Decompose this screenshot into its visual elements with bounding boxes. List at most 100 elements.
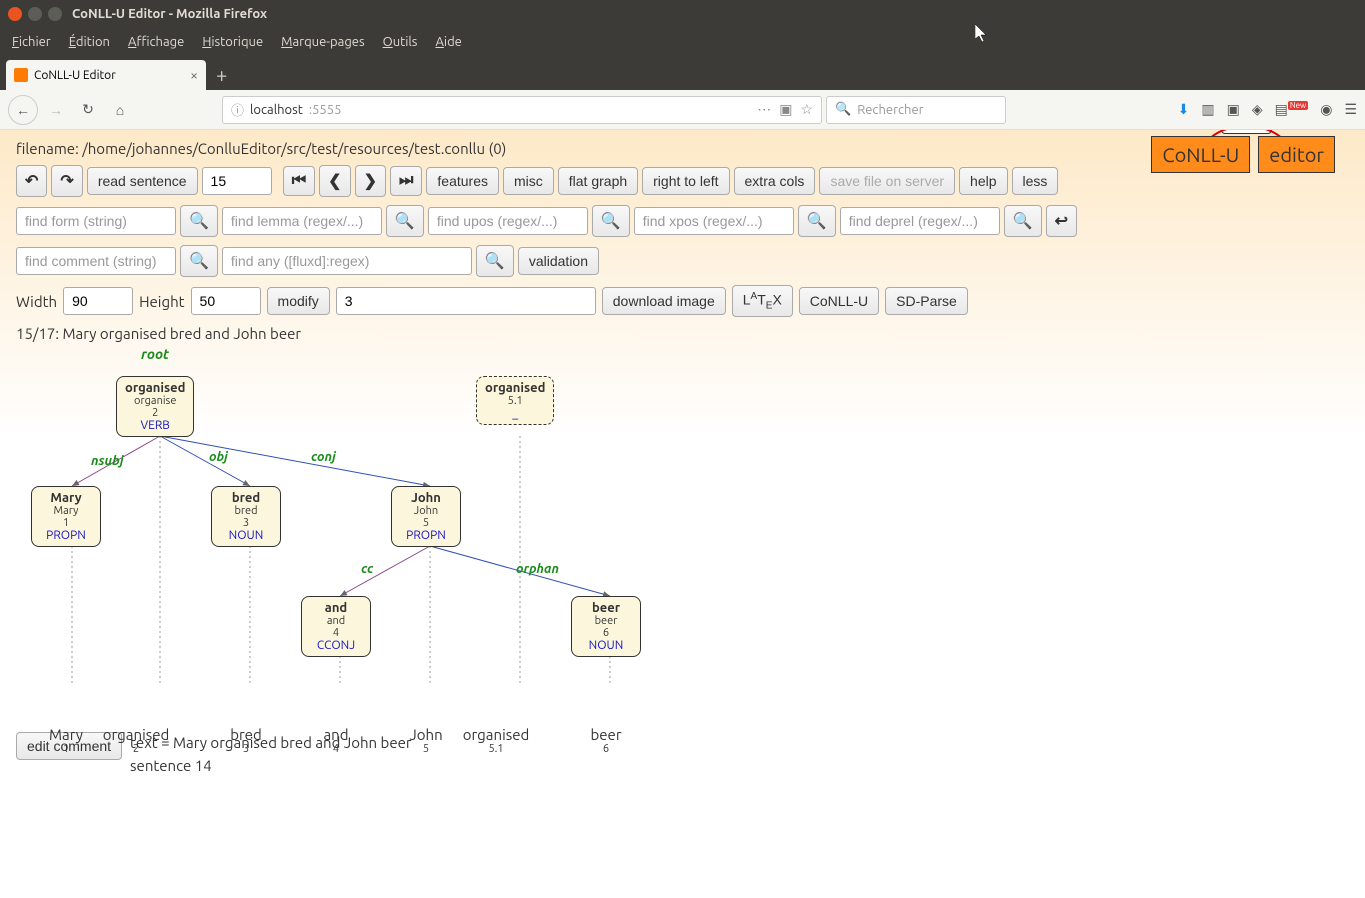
menu-marquepages[interactable]: Marque-pages [281,35,364,49]
save-file-button[interactable]: save file on server [819,167,955,195]
find-xpos-button[interactable]: 🔍 [798,205,836,237]
logo-left-label: CoNLL-U [1151,136,1250,173]
token-5.1: organised5.1 [456,726,536,755]
find-upos-button[interactable]: 🔍 [592,205,630,237]
menu-aide[interactable]: Aide [435,35,461,49]
page-content: nmod CoNLL-U editor filename: /home/joha… [0,130,1365,898]
flat-graph-button[interactable]: flat graph [558,167,638,195]
find-lemma-input[interactable] [222,207,382,235]
browser-navbar: ← → ↻ ⌂ ⓘ localhost:5555 ⋯ ▣ ☆ 🔍 Recherc… [0,90,1365,130]
edge-label-conj: conj [311,450,336,464]
find-upos-input[interactable] [428,207,588,235]
sentence-number-input[interactable] [202,167,272,195]
help-button[interactable]: help [959,167,1007,195]
extra-cols-button[interactable]: extra cols [734,167,816,195]
tab-new-button[interactable]: + [216,63,227,86]
find-deprel-input[interactable] [840,207,1000,235]
find-lemma-button[interactable]: 🔍 [386,205,424,237]
tree-node-1[interactable]: MaryMary1PROPN [31,486,101,547]
find-deprel-button[interactable]: 🔍 [1004,205,1042,237]
toolbar-row-2: 🔍 🔍 🔍 🔍 🔍 ↩ [16,205,1349,237]
find-comment-button[interactable]: 🔍 [180,245,218,277]
nav-forward-button[interactable]: → [42,96,70,124]
window-minimize-button[interactable] [28,7,42,21]
tree-node-5.1[interactable]: organised5.1_ [476,376,554,425]
latex-button[interactable]: LATEX [732,285,793,317]
height-input[interactable] [191,287,261,315]
menu-affichage[interactable]: Affichage [128,35,184,49]
sidebar-icon[interactable]: ▣ [1227,101,1240,118]
url-info-icon: ⓘ [231,100,244,119]
account-icon[interactable]: ◉ [1320,101,1332,118]
token-6: beer6 [566,726,646,755]
library-icon[interactable]: ▥ [1201,101,1214,118]
redo-button[interactable]: ↷ [51,165,82,197]
url-bar[interactable]: ⓘ localhost:5555 ⋯ ▣ ☆ [222,96,822,124]
find-comment-input[interactable] [16,247,176,275]
edge-label-nsubj: nsubj [91,454,123,468]
window-maximize-button[interactable] [48,7,62,21]
browser-tab[interactable]: CoNLL-U Editor × [6,60,206,90]
last-button[interactable]: ⏭ [390,166,422,196]
find-form-input[interactable] [16,207,176,235]
filename-label: filename: /home/johannes/ConlluEditor/sr… [16,140,506,157]
first-button[interactable]: ⏮ [283,166,315,196]
width-input[interactable] [63,287,133,315]
modify-button[interactable]: modify [267,287,330,315]
browser-menubar: Fichier Édition Affichage Historique Mar… [0,28,1365,56]
tree-node-4[interactable]: andand4CCONJ [301,596,371,657]
browser-search-bar[interactable]: 🔍 Rechercher [826,96,1006,124]
search-placeholder: Rechercher [857,103,923,117]
hamburger-icon[interactable]: ☰ [1344,101,1357,118]
token-2: organised2 [96,726,176,755]
prev-button[interactable]: ❮ [319,165,350,197]
footer-text-line2: sentence 14 [130,755,412,778]
next-button[interactable]: ❯ [355,165,386,197]
toolbar-row-1: ↶ ↷ read sentence ⏮ ❮ ❯ ⏭ features misc … [16,165,1349,197]
tree-node-5[interactable]: JohnJohn5PROPN [391,486,461,547]
read-sentence-button[interactable]: read sentence [87,167,198,195]
tab-close-icon[interactable]: × [190,67,198,83]
find-xpos-input[interactable] [634,207,794,235]
nav-home-button[interactable]: ⌂ [106,96,134,124]
logo-right-label: editor [1258,136,1335,173]
nav-back-button[interactable]: ← [8,95,38,125]
height-label: Height [139,293,184,310]
conllu-button[interactable]: CoNLL-U [799,287,879,315]
validation-button[interactable]: validation [518,247,599,275]
token-3: bred3 [206,726,286,755]
tab-favicon [14,68,28,82]
tree-node-2[interactable]: organisedorganise2VERB [116,376,194,437]
shield-icon[interactable]: ◈ [1252,101,1263,118]
window-close-button[interactable] [8,7,22,21]
reset-search-button[interactable]: ↩ [1046,205,1077,237]
tree-node-6[interactable]: beerbeer6NOUN [571,596,641,657]
url-more-icon[interactable]: ⋯ [757,101,771,118]
undo-button[interactable]: ↶ [16,165,47,197]
edge-label-cc: cc [361,562,373,576]
menu-fichier[interactable]: Fichier [12,35,51,49]
shortcut-input[interactable] [336,287,596,315]
url-host: localhost [250,103,303,117]
tree-node-3[interactable]: bredbred3NOUN [211,486,281,547]
downloads-icon[interactable]: ⬇ [1178,101,1190,118]
menu-historique[interactable]: Historique [202,35,263,49]
find-any-input[interactable] [222,247,472,275]
features-button[interactable]: features [426,167,499,195]
menu-edition[interactable]: Édition [69,35,110,49]
right-to-left-button[interactable]: right to left [642,167,729,195]
url-bookmark-icon[interactable]: ☆ [800,101,813,118]
find-form-button[interactable]: 🔍 [180,205,218,237]
search-icon: 🔍 [835,102,851,117]
nav-reload-button[interactable]: ↻ [74,96,102,124]
download-image-button[interactable]: download image [602,287,726,315]
pocket-icon[interactable]: ▤New [1275,101,1309,118]
sdparse-button[interactable]: SD-Parse [885,287,968,315]
menu-outils[interactable]: Outils [383,35,418,49]
less-button[interactable]: less [1012,167,1059,195]
token-1: Mary1 [26,726,106,755]
token-4: and4 [296,726,376,755]
misc-button[interactable]: misc [503,167,554,195]
url-reader-icon[interactable]: ▣ [779,101,792,118]
find-any-button[interactable]: 🔍 [476,245,514,277]
